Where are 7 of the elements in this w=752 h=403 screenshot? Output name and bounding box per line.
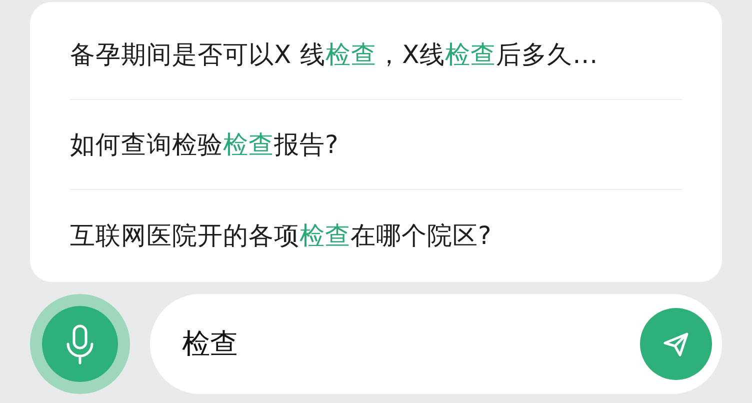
suggestion-item[interactable]: 如何查询检验检查报告? [70, 128, 339, 161]
message-field[interactable]: 检查 [180, 326, 640, 362]
message-field[interactable]: 检查 [150, 294, 722, 394]
microphone-icon [42, 306, 118, 382]
suggestion-item[interactable]: 互联网医院开的各项检查在哪个院区? [70, 218, 492, 252]
suggestion-item[interactable]: 备孕期间是否可以X 线检查，X线检查后多久... [70, 38, 598, 71]
send-button[interactable] [640, 308, 712, 380]
